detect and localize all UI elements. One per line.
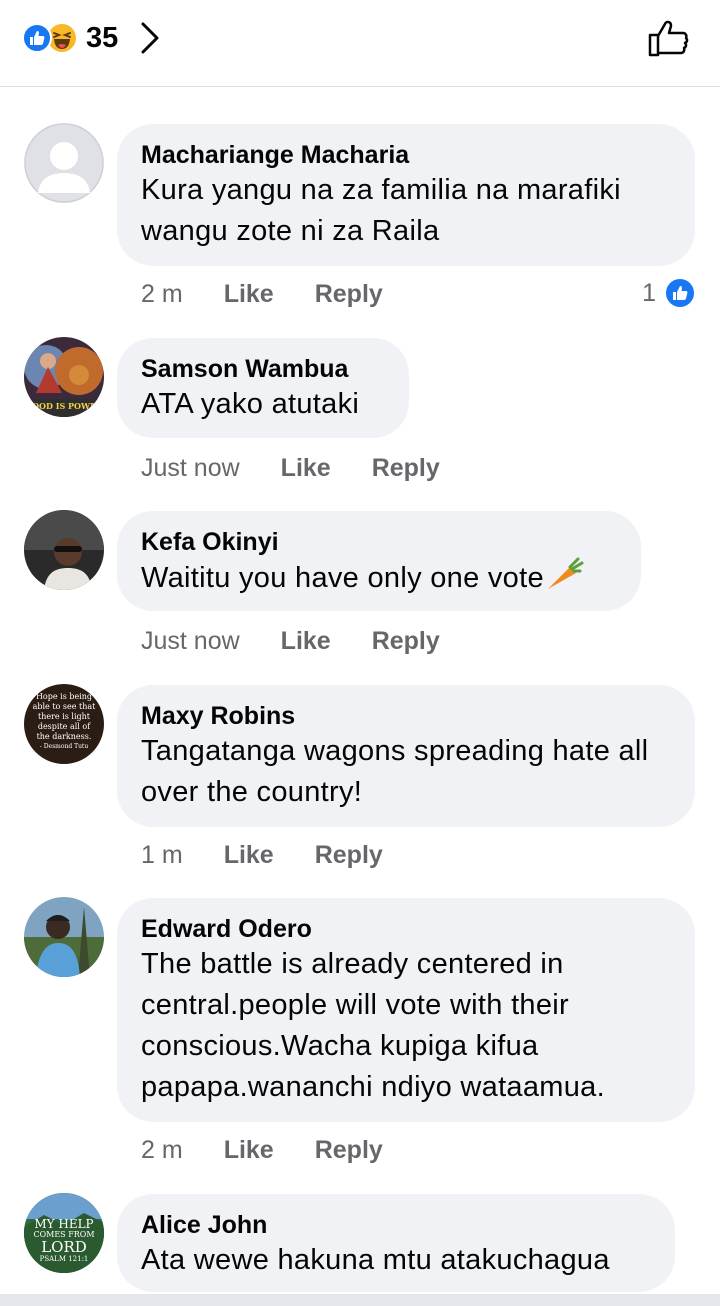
comment-time[interactable]: 1 m bbox=[141, 841, 183, 870]
comment-actions: Just now Like Reply bbox=[141, 627, 440, 656]
reply-button[interactable]: Reply bbox=[315, 841, 383, 870]
avatar[interactable]: MY HELP COMES FROM LORD PSALM 121:1 bbox=[24, 1193, 104, 1273]
like-reaction-icon bbox=[22, 23, 52, 53]
reply-button[interactable]: Reply bbox=[315, 1136, 383, 1165]
avatar-quote-line: the darkness. bbox=[36, 732, 92, 741]
avatar[interactable] bbox=[24, 123, 104, 203]
avatar-quote-line: - Desmond Tutu bbox=[39, 743, 89, 750]
comment-bubble: Samson Wambua ATA yako atutaki bbox=[117, 338, 409, 438]
comment-author[interactable]: Samson Wambua bbox=[141, 354, 385, 384]
like-count-number: 1 bbox=[642, 278, 656, 307]
avatar-verse: MY HELP COMES FROM LORD PSALM 121:1 bbox=[24, 1218, 104, 1264]
comment-text: Tangatanga wagons spreading hate all ove… bbox=[141, 735, 649, 808]
like-post-button[interactable] bbox=[646, 16, 690, 60]
like-button[interactable]: Like bbox=[224, 1136, 274, 1165]
avatar-quote: Hope is being able to see that there is … bbox=[24, 692, 104, 752]
comment-author[interactable]: Maxy Robins bbox=[141, 701, 671, 731]
avatar-quote-line: there is light bbox=[37, 712, 90, 721]
avatar-quote-line: despite all of bbox=[37, 722, 91, 731]
comment-author[interactable]: Alice John bbox=[141, 1210, 651, 1240]
carrot-emoji bbox=[547, 557, 584, 589]
reply-button[interactable]: Reply bbox=[372, 454, 440, 483]
profile-photo bbox=[24, 897, 104, 977]
profile-photo bbox=[24, 510, 104, 590]
like-reaction-icon bbox=[664, 277, 696, 309]
avatar-caption: GOOD IS POWER bbox=[25, 401, 103, 411]
avatar[interactable] bbox=[24, 510, 104, 590]
like-button[interactable]: Like bbox=[224, 841, 274, 870]
thumbs-up-icon bbox=[648, 20, 689, 57]
comment-time[interactable]: 2 m bbox=[141, 280, 183, 309]
comment-text: Ata wewe hakuna mtu atakuchagua bbox=[141, 1244, 610, 1276]
comment-author[interactable]: Edward Odero bbox=[141, 914, 671, 944]
reactions-header: 35 bbox=[0, 0, 720, 87]
comment-actions: 2 m Like Reply bbox=[141, 280, 383, 309]
like-button[interactable]: Like bbox=[281, 454, 331, 483]
avatar-verse-line: PSALM 121:1 bbox=[39, 1255, 89, 1263]
comment-bubble: Maxy Robins Tangatanga wagons spreading … bbox=[117, 685, 695, 827]
comment-text-content: Waititu you have only one vote bbox=[141, 562, 544, 594]
reaction-summary[interactable]: 35 bbox=[22, 20, 166, 56]
comment-like-count[interactable]: 1 bbox=[642, 277, 696, 309]
comment-time[interactable]: Just now bbox=[141, 627, 240, 656]
like-button[interactable]: Like bbox=[224, 280, 274, 309]
avatar-quote-line: able to see that bbox=[32, 702, 96, 711]
comment-author[interactable]: Kefa Okinyi bbox=[141, 527, 617, 557]
comment-bubble: Alice John Ata wewe hakuna mtu atakuchag… bbox=[117, 1194, 675, 1292]
comment-text: Kura yangu na za familia na marafiki wan… bbox=[141, 174, 621, 247]
comment-time[interactable]: 2 m bbox=[141, 1136, 183, 1165]
avatar-quote-line: Hope is being bbox=[35, 692, 93, 701]
bottom-divider bbox=[0, 1294, 720, 1306]
comment-bubble: Edward Odero The battle is already cente… bbox=[117, 898, 695, 1122]
comment-time[interactable]: Just now bbox=[141, 454, 240, 483]
reply-button[interactable]: Reply bbox=[372, 627, 440, 656]
avatar-verse-line: LORD bbox=[41, 1238, 87, 1256]
comment-bubble: Kefa Okinyi Waititu you have only one vo… bbox=[117, 511, 641, 611]
comment-text: Waititu you have only one vote bbox=[141, 557, 617, 599]
avatar[interactable] bbox=[24, 897, 104, 977]
comment-bubble: Machariange Macharia Kura yangu na za fa… bbox=[117, 124, 695, 266]
comment-text: The battle is already centered in centra… bbox=[141, 948, 605, 1103]
avatar[interactable]: GOOD IS POWER bbox=[24, 337, 104, 417]
comment-text: ATA yako atutaki bbox=[141, 388, 360, 420]
like-button[interactable]: Like bbox=[281, 627, 331, 656]
comment-actions: Just now Like Reply bbox=[141, 454, 440, 483]
comment-actions: 1 m Like Reply bbox=[141, 841, 383, 870]
default-avatar-icon bbox=[24, 123, 104, 203]
avatar[interactable]: Hope is being able to see that there is … bbox=[24, 684, 104, 764]
comment-author[interactable]: Machariange Macharia bbox=[141, 140, 671, 170]
comment-actions: 2 m Like Reply bbox=[141, 1136, 383, 1165]
reply-button[interactable]: Reply bbox=[315, 280, 383, 309]
chevron-right-icon[interactable] bbox=[140, 20, 166, 56]
reaction-count: 35 bbox=[86, 21, 119, 54]
avatar-verse-line: MY HELP bbox=[34, 1217, 94, 1231]
